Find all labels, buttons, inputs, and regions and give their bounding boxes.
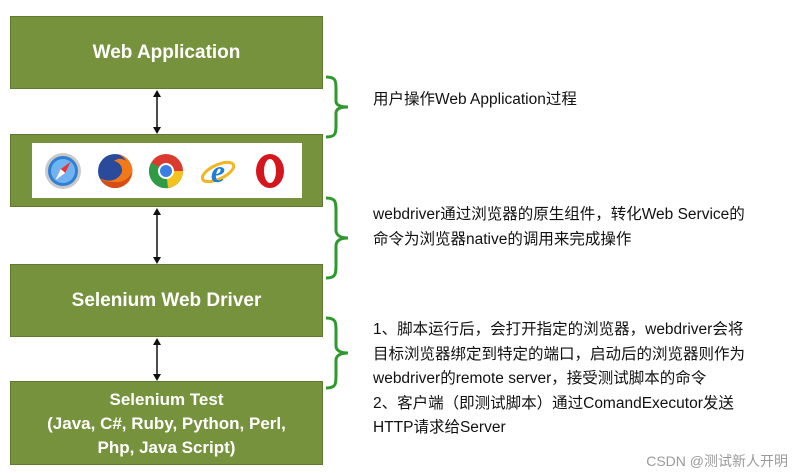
- firefox-icon: [96, 152, 134, 190]
- double-arrow-3: [153, 338, 161, 381]
- note2-line2: 命令为浏览器native的调用来完成操作: [373, 230, 632, 248]
- double-arrow-1: [153, 90, 161, 134]
- internet-explorer-icon: e: [199, 152, 237, 190]
- note1-line1: 用户操作Web Application过程: [373, 91, 577, 108]
- brace-2: [325, 196, 349, 280]
- selenium-test-languages-line2: Php, Java Script): [97, 438, 236, 457]
- browser-icons-strip: e: [31, 143, 302, 198]
- opera-icon: [251, 152, 289, 190]
- note3-line5: HTTP请求给Server: [373, 419, 506, 436]
- svg-text:e: e: [211, 153, 225, 189]
- note3-line2: 目标浏览器绑定到特定的端口，启动后的浏览器则作为: [373, 345, 746, 363]
- note3-line3: webdriver的remote server，接受测试脚本的命令: [373, 370, 707, 387]
- safari-icon: [44, 152, 82, 190]
- note-script-flow: 1、脚本运行后，会打开指定的浏览器，webdriver会将 目标浏览器绑定到特定…: [373, 318, 745, 441]
- note-webdriver-native: webdriver通过浏览器的原生组件，转化Web Service的 命令为浏览…: [373, 203, 745, 252]
- note3-line4: 2、客户端（即测试脚本）通过ComandExecutor发送: [373, 394, 734, 412]
- chrome-icon: [147, 152, 185, 190]
- web-application-label: Web Application: [92, 41, 241, 63]
- browsers-box: e: [10, 134, 323, 207]
- selenium-test-languages-line1: (Java, C#, Ruby, Python, Perl,: [47, 414, 286, 433]
- selenium-web-driver-box: Selenium Web Driver: [10, 264, 323, 337]
- watermark: CSDN @测试新人开明: [646, 453, 788, 469]
- web-application-box: Web Application: [10, 16, 323, 89]
- double-arrow-2: [153, 208, 161, 264]
- brace-1: [325, 75, 349, 139]
- note3-line1: 1、脚本运行后，会打开指定的浏览器，webdriver会将: [373, 321, 744, 338]
- selenium-test-box: Selenium Test (Java, C#, Ruby, Python, P…: [10, 381, 323, 465]
- brace-3: [325, 316, 349, 390]
- selenium-test-title: Selenium Test: [109, 390, 224, 409]
- note2-line1: webdriver通过浏览器的原生组件，转化Web Service的: [373, 206, 745, 223]
- note-web-application: 用户操作Web Application过程: [373, 88, 577, 113]
- selenium-web-driver-label: Selenium Web Driver: [71, 289, 262, 311]
